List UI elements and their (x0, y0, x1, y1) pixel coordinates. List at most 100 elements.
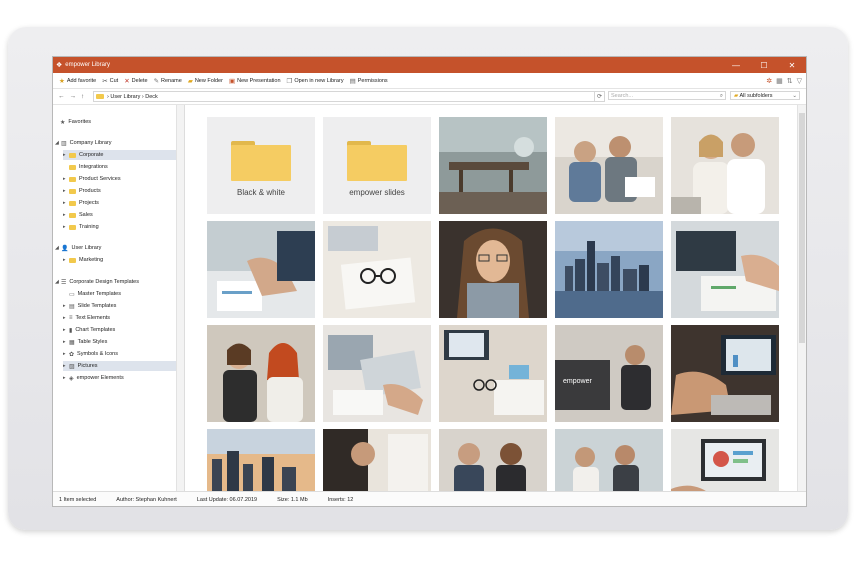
tree-item-product-services[interactable]: ▸ Product Services (63, 174, 121, 184)
sidebar-scrollbar[interactable] (176, 105, 184, 491)
cut-button[interactable]: ✂ Cut (102, 77, 118, 85)
window-title: empower Library (65, 62, 110, 68)
picture-laptop-dashboard[interactable] (671, 429, 779, 497)
folder-icon (69, 257, 76, 263)
new-presentation-button[interactable]: ▣ New Presentation (229, 77, 281, 85)
picture-laptops-desk[interactable] (323, 325, 431, 422)
breadcrumb[interactable]: › User Library › Deck (93, 91, 605, 102)
hands-tablet-image (207, 221, 315, 318)
open-library-icon: ❐ (286, 77, 293, 85)
people-office-image (555, 429, 663, 497)
delete-button[interactable]: ✕ Delete (124, 77, 147, 85)
add-favorite-button[interactable]: ★ Add favorite (59, 77, 96, 85)
couple-tablet-image (671, 117, 779, 214)
picture-office-interior[interactable] (439, 117, 547, 214)
picture-smiling-woman[interactable] (439, 221, 547, 318)
picture-laptop-glasses[interactable] (439, 325, 547, 422)
content-scrollbar[interactable] (797, 105, 806, 491)
tree-item-projects[interactable]: ▸ Projects (63, 198, 99, 208)
rename-button[interactable]: ✎ Rename (154, 77, 182, 85)
folder-icon (69, 152, 76, 158)
breadcrumb-item[interactable]: Deck (145, 94, 158, 100)
tree-favorites[interactable]: ★ Favorites (60, 117, 91, 127)
view-grid-icon[interactable]: ▦ (776, 77, 783, 85)
close-button[interactable]: ✕ (778, 57, 806, 73)
folder-tile-empower-slides[interactable]: empower slides (323, 117, 431, 214)
tree-item-marketing[interactable]: ▸ Marketing (63, 255, 103, 265)
tree-user-library[interactable]: ◢ 👤 User Library (55, 243, 101, 253)
slide-icon: ▤ (69, 303, 75, 310)
tree-item-empower-elements[interactable]: ▸ ◈ empower Elements (63, 373, 124, 383)
tree-item-chart-templates[interactable]: ▸ ▮ Chart Templates (63, 325, 115, 335)
tree-item-text-elements[interactable]: ▸ ≡ Text Elements (63, 313, 110, 323)
tree-item-symbols-icons[interactable]: ▸ ✿ Symbols & Icons (63, 349, 118, 359)
new-folder-button[interactable]: ▰ New Folder (188, 77, 223, 85)
picture-skyline-sunset[interactable] (207, 429, 315, 497)
chart-icon: ▮ (69, 327, 73, 334)
picture-icon: ▨ (69, 363, 75, 370)
sidebar-tree: ★ Favorites ◢ ▥ Company Library ▸ Corpor… (53, 105, 185, 491)
picture-meeting-people[interactable] (439, 429, 547, 497)
permissions-button[interactable]: ▤ Permissions (350, 77, 388, 85)
folder-icon (231, 141, 291, 181)
navigation-bar: ← → ↑ › User Library › Deck ⟳ Search... … (53, 88, 806, 105)
picture-hands-tablet[interactable] (207, 221, 315, 318)
meeting-people-image (439, 429, 547, 497)
subfolders-dropdown[interactable]: ▰ All subfolders ⌄ (730, 91, 800, 100)
sort-icon[interactable]: ⇅ (787, 77, 793, 85)
picture-people-office[interactable] (555, 429, 663, 497)
tree-item-pictures[interactable]: ▸ ▨ Pictures (63, 361, 179, 371)
tree-company-library[interactable]: ◢ ▥ Company Library (55, 138, 112, 148)
tree-item-integrations[interactable]: Integrations (63, 162, 108, 172)
new-folder-icon: ▰ (187, 77, 193, 85)
tree-item-products[interactable]: ▸ Products (63, 186, 101, 196)
chevron-down-icon: ⌄ (792, 93, 797, 99)
scrollbar-thumb[interactable] (799, 113, 805, 343)
up-arrow-icon[interactable]: ↑ (81, 93, 84, 100)
picture-city-skyline[interactable] (555, 221, 663, 318)
breadcrumb-item[interactable]: User Library (110, 94, 140, 100)
status-last-update: Last Update: 06.07.2019 (196, 496, 258, 503)
tree-item-sales[interactable]: ▸ Sales (63, 210, 93, 220)
delete-icon: ✕ (124, 77, 130, 85)
status-inserts: Inserts: 12 (327, 496, 354, 503)
master-template-icon: ▭ (69, 291, 75, 298)
tree-item-training[interactable]: ▸ Training (63, 222, 99, 232)
picture-hands-charts[interactable] (671, 221, 779, 318)
refresh-button[interactable]: ⟳ (594, 91, 605, 102)
picture-man-laptop[interactable] (671, 325, 779, 422)
forward-arrow-icon[interactable]: → (70, 93, 77, 100)
folder-icon (96, 94, 104, 99)
hands-charts-image (671, 221, 779, 318)
tree-corporate-design-templates[interactable]: ◢ ☰ Corporate Design Templates (55, 277, 139, 287)
tree-item-corporate[interactable]: ▸ Corporate (63, 150, 179, 160)
picture-two-women-office[interactable] (207, 325, 315, 422)
tree-item-master-templates[interactable]: ▭ Master Templates (63, 289, 121, 299)
smiling-woman-image (439, 221, 547, 318)
search-input[interactable]: Search... ⌕ (608, 91, 726, 100)
folder-icon (69, 200, 76, 206)
back-arrow-icon[interactable]: ← (58, 93, 65, 100)
settings-icon[interactable]: ✲ (766, 77, 772, 85)
permissions-icon: ▤ (349, 77, 356, 85)
scissors-icon: ✂ (102, 77, 108, 85)
search-icon: ⌕ (719, 93, 723, 99)
filter-icon[interactable]: ▽ (797, 77, 802, 85)
tree-item-slide-templates[interactable]: ▸ ▤ Slide Templates (63, 301, 116, 311)
picture-couple-tablet[interactable] (671, 117, 779, 214)
open-in-new-library-button[interactable]: ❐ Open in new Library (287, 77, 344, 85)
text-icon: ≡ (69, 315, 73, 321)
minimize-button[interactable]: — (722, 57, 750, 73)
app-window: ❖ empower Library — ☐ ✕ ★ Add favorite ✂ C… (52, 56, 807, 507)
folder-tile-black-white[interactable]: Black & white (207, 117, 315, 214)
tree-item-table-styles[interactable]: ▸ ▦ Table Styles (63, 337, 107, 347)
picture-glasses-papers[interactable] (323, 221, 431, 318)
content-grid: Black & white empower slides empower (207, 117, 806, 497)
man-laptop-image (671, 325, 779, 422)
maximize-button[interactable]: ☐ (750, 57, 778, 73)
empower-laptop-image: empower (555, 325, 663, 422)
picture-woman-window[interactable] (323, 429, 431, 497)
library-icon: ▥ (61, 140, 67, 147)
picture-empower-laptop[interactable]: empower (555, 325, 663, 422)
picture-business-team[interactable] (555, 117, 663, 214)
